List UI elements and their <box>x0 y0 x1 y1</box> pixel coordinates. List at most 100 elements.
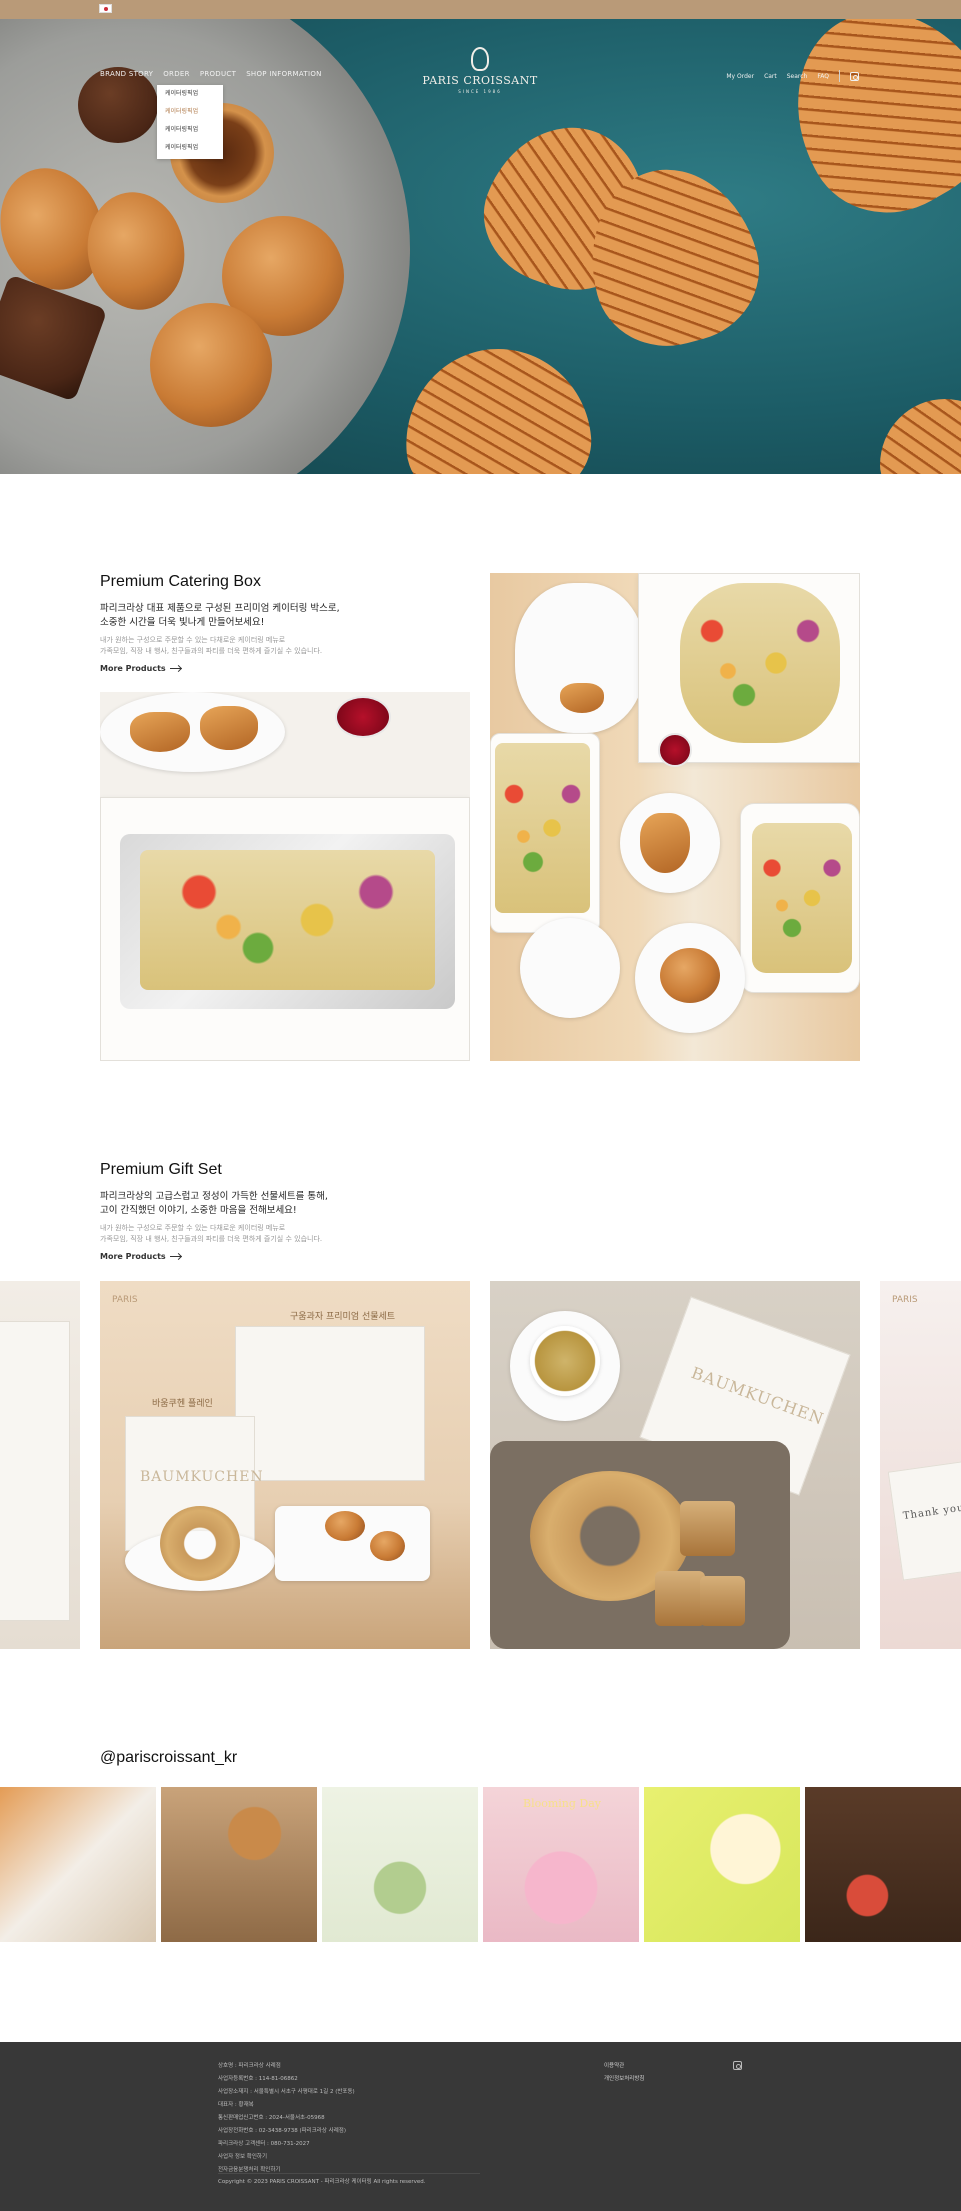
gift-photo-text: BAUMKUCHEN <box>140 1469 264 1485</box>
gift-slide-prev[interactable] <box>0 1281 80 1649</box>
croissant <box>200 706 258 750</box>
more-label: More Products <box>100 664 166 673</box>
gift-headline: 고이 간직했던 이야기, 소중한 마음을 전해보세요! <box>100 1205 297 1216</box>
green-salad <box>680 583 840 743</box>
nav-shop-information[interactable]: SHOP INFORMATION <box>246 70 322 78</box>
gift-photo-text: BAUMKUCHEN <box>688 1363 827 1429</box>
instagram-handle[interactable]: @pariscroissant_kr <box>100 1749 237 1767</box>
catering-description: 가족모임, 직장 내 행사, 친구들과의 파티를 더욱 편하게 즐기실 수 있습… <box>100 647 323 655</box>
arrow-right-icon <box>169 668 181 669</box>
fried-rice <box>495 743 590 913</box>
croissant <box>130 712 190 752</box>
dropdown-item[interactable]: 케이터링픽업 <box>157 139 223 157</box>
instagram-feed: Blooming Day <box>0 1787 961 1942</box>
nav-faq[interactable]: FAQ <box>817 73 829 80</box>
hero-pastry <box>78 67 158 143</box>
instagram-post[interactable] <box>644 1787 800 1942</box>
hero-madeleine <box>150 303 272 427</box>
jam-cup <box>335 696 391 738</box>
pastry <box>640 813 690 873</box>
gift-photo-text: 구움과자 프리미엄 선물세트 <box>290 1312 396 1322</box>
footer-info-line: 파리크라상 고객센터 : 080-731-2027 <box>218 2141 310 2147</box>
hero-pie <box>757 19 961 244</box>
arrow-right-icon <box>169 1256 181 1257</box>
footer-divider <box>218 2173 480 2174</box>
gift-photo-text: PARIS <box>892 1295 918 1305</box>
gift-slide-next[interactable]: PARIS Thank you <box>880 1281 961 1649</box>
more-label: More Products <box>100 1252 166 1261</box>
hero-banner: BRAND STORY ORDER PRODUCT SHOP INFORMATI… <box>0 19 961 474</box>
footer-links: 이용약관 개인정보처리방침 <box>604 2060 644 2086</box>
order-dropdown: 케이터링픽업 케이터링픽업 케이터링픽업 케이터링픽업 <box>157 85 223 159</box>
footer-info-line: 대표자 : 황재복 <box>218 2102 254 2108</box>
cake-slice <box>700 1576 745 1626</box>
dropdown-item[interactable]: 케이터링픽업 <box>157 103 223 121</box>
gift-headline: 파리크라상의 고급스럽고 정성이 가득한 선물세트를 통해, <box>100 1191 328 1202</box>
pasta-salad <box>752 823 852 973</box>
nav-order[interactable]: ORDER <box>163 70 190 78</box>
korea-flag-icon[interactable] <box>99 4 112 13</box>
gift-photo-text: 바움쿠헨 플레인 <box>152 1399 213 1409</box>
gift-more-link[interactable]: More Products <box>100 1252 181 1261</box>
site-footer: 상호명 : 파리크라상 사례점 사업자등록번호 : 114-81-06862 사… <box>0 2042 961 2211</box>
baumkuchen-cake <box>160 1506 240 1581</box>
instagram-post[interactable] <box>0 1787 156 1942</box>
nav-brand-story[interactable]: BRAND STORY <box>100 70 153 78</box>
cake-slice <box>680 1501 735 1556</box>
instagram-post[interactable] <box>322 1787 478 1942</box>
logo-mark-icon <box>471 47 489 71</box>
gift-photo-1: 구움과자 프리미엄 선물세트 바움쿠헨 플레인 PARIS BAUMKUCHEN <box>100 1281 470 1649</box>
nav-divider <box>839 70 840 82</box>
chicken <box>660 948 720 1003</box>
footer-info-line: 사업자등록번호 : 114-81-06862 <box>218 2076 298 2082</box>
dropdown-item[interactable]: 케이터링픽업 <box>157 121 223 139</box>
catering-more-link[interactable]: More Products <box>100 664 181 673</box>
logo-since: SINCE 1986 <box>458 89 502 94</box>
dropdown-item[interactable]: 케이터링픽업 <box>157 85 223 103</box>
top-bar <box>0 0 961 19</box>
instagram-post[interactable]: Blooming Day <box>483 1787 639 1942</box>
catering-title: Premium Catering Box <box>100 573 261 590</box>
hero-pie <box>398 341 597 474</box>
gift-photo-2: BAUMKUCHEN <box>490 1281 860 1649</box>
catering-headline: 소중한 시간을 더욱 빛나게 만들어보세요! <box>100 617 265 628</box>
cake-slice <box>655 1571 705 1626</box>
footer-company-info: 상호명 : 파리크라상 사례점 사업자등록번호 : 114-81-06862 사… <box>218 2060 355 2177</box>
tea-cup <box>530 1326 600 1396</box>
gift-title: Premium Gift Set <box>100 1161 222 1178</box>
catering-headline: 파리크라상 대표 제품으로 구성된 프리미엄 케이터링 박스로, <box>100 603 340 614</box>
gift-box <box>235 1326 425 1481</box>
cookie <box>370 1531 405 1561</box>
catering-photo-1 <box>100 692 470 1061</box>
footer-business-check-link[interactable]: 사업자 정보 확인하기 <box>218 2151 355 2164</box>
nav-product[interactable]: PRODUCT <box>200 70 236 78</box>
hero-pie <box>880 399 961 474</box>
gift-description: 내가 원하는 구성으로 주문할 수 있는 다채로운 케이터링 메뉴로 <box>100 1224 286 1232</box>
logo-text: PARIS CROISSANT <box>422 74 538 87</box>
pasta-salad <box>140 850 435 990</box>
main-nav: BRAND STORY ORDER PRODUCT SHOP INFORMATI… <box>100 70 322 78</box>
footer-info-line: 통신판매업신고번호 : 2024-서울서초-05968 <box>218 2115 325 2121</box>
nav-cart[interactable]: Cart <box>764 73 777 80</box>
gift-description: 가족모임, 직장 내 행사, 친구들과의 파티를 더욱 편하게 즐기실 수 있습… <box>100 1235 323 1243</box>
instagram-icon[interactable] <box>733 2061 742 2070</box>
footer-privacy-link[interactable]: 개인정보처리방침 <box>604 2073 644 2086</box>
nav-search[interactable]: Search <box>787 73 808 80</box>
thank-you-card: Thank you <box>887 1461 961 1581</box>
footer-terms-link[interactable]: 이용약관 <box>604 2060 644 2073</box>
footer-info-line: 사업장소재지 : 서울특별시 서초구 사평대로 1길 2 (반포동) <box>218 2089 355 2095</box>
instagram-post[interactable] <box>805 1787 961 1942</box>
footer-dispute-link[interactable]: 전자금융분쟁처리 확인하기 <box>218 2164 355 2177</box>
footer-info-line: 상호명 : 파리크라상 사례점 <box>218 2063 281 2069</box>
site-logo[interactable]: PARIS CROISSANT SINCE 1986 <box>410 47 550 94</box>
instagram-post[interactable] <box>161 1787 317 1942</box>
footer-copyright: Copyright © 2023 PARIS CROISSANT - 파리크라상… <box>218 2179 426 2185</box>
empty-plate <box>520 918 620 1018</box>
catering-description: 내가 원하는 구성으로 주문할 수 있는 다채로운 케이터링 메뉴로 <box>100 636 286 644</box>
gift-photo-text: PARIS <box>112 1295 138 1305</box>
instagram-post-text: Blooming Day <box>523 1797 602 1810</box>
jam-cup <box>658 733 692 767</box>
footer-info-line: 사업장전화번호 : 02-3438-9738 (파리크라상 사례점) <box>218 2128 347 2134</box>
nav-my-order[interactable]: My Order <box>726 73 754 80</box>
instagram-icon[interactable] <box>850 71 859 81</box>
